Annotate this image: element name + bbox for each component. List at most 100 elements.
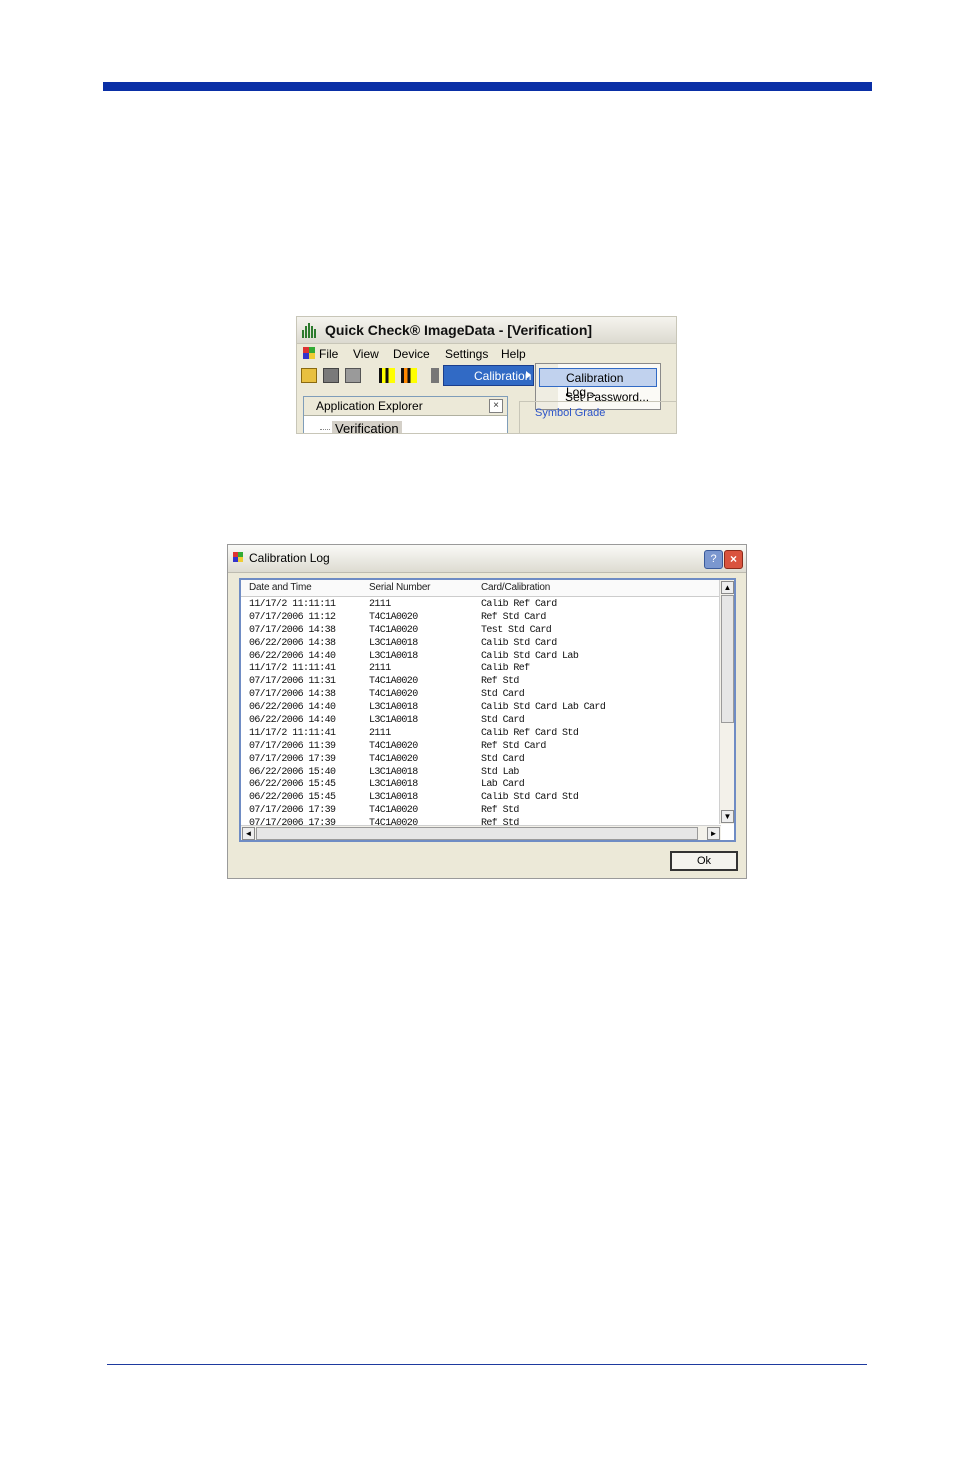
save-icon[interactable] (323, 368, 339, 383)
scroll-up-icon[interactable]: ▲ (721, 581, 734, 594)
table-cell: 06/22/2006 14:40 (249, 650, 336, 662)
calibration-log-list[interactable]: Date and Time Serial Number Card/Calibra… (239, 578, 736, 842)
table-cell: 06/22/2006 15:45 (249, 792, 336, 804)
table-cell: 06/22/2006 14:38 (249, 637, 336, 649)
table-cell: L3C1A0018 (369, 650, 418, 662)
table-row[interactable]: 07/17/2006 11:12 T4C1A0020 Ref Std Card (245, 612, 721, 625)
table-row[interactable]: 11/17/2 11:11:41 2111 Calib Ref (245, 663, 721, 676)
table-cell: Std Card (481, 689, 525, 701)
table-cell: Calib Std Card Std (481, 792, 579, 804)
table-cell: L3C1A0018 (369, 637, 418, 649)
table-cell: Calib Std Card Lab (481, 650, 579, 662)
table-row[interactable]: 06/22/2006 14:38 L3C1A0018 Calib Std Card (245, 638, 721, 651)
menu-screenshot: Quick Check® ImageData - [Verification] … (296, 316, 677, 434)
table-cell: T4C1A0020 (369, 624, 418, 636)
close-icon[interactable]: × (489, 399, 503, 413)
column-header-serial[interactable]: Serial Number (369, 582, 431, 593)
menu-file[interactable]: File (319, 347, 338, 361)
table-row[interactable]: 11/17/2 11:11:41 2111 Calib Ref Card Std (245, 728, 721, 741)
table-row[interactable]: 07/17/2006 14:38 T4C1A0020 Std Card (245, 689, 721, 702)
horizontal-scrollbar[interactable]: ◄ ► (241, 825, 721, 840)
table-row[interactable]: 07/17/2006 11:31 T4C1A0020 Ref Std (245, 676, 721, 689)
menu-help[interactable]: Help (501, 347, 526, 361)
scroll-thumb[interactable] (721, 595, 734, 723)
dialog-title: Calibration Log (249, 551, 330, 565)
table-cell: 07/17/2006 11:12 (249, 611, 336, 623)
table-cell: 2111 (369, 663, 391, 675)
h-scroll-thumb[interactable] (256, 827, 698, 840)
document-icon (303, 347, 315, 359)
table-cell: T4C1A0020 (369, 753, 418, 765)
ok-button[interactable]: Ok (670, 851, 738, 871)
symbol-grade-label: Symbol Grade (535, 407, 606, 419)
scroll-right-icon[interactable]: ► (707, 827, 720, 840)
table-cell: T4C1A0020 (369, 611, 418, 623)
table-cell: 07/17/2006 17:39 (249, 805, 336, 817)
menu-settings[interactable]: Settings (445, 347, 488, 361)
table-cell: 06/22/2006 15:45 (249, 779, 336, 791)
calibration-log-dialog: Calibration Log ? × Date and Time Serial… (227, 544, 747, 879)
table-cell: Calib Ref (481, 663, 530, 675)
menu-bar: File View Device Settings Help (297, 344, 676, 364)
panel-header: Application Explorer × (304, 397, 507, 416)
table-row[interactable]: 06/22/2006 14:40 L3C1A0018 Calib Std Card … (245, 702, 721, 715)
table-cell: Calib Ref Card (481, 599, 557, 610)
vertical-scrollbar[interactable]: ▲ ▼ (719, 580, 734, 824)
menu-item-calibration[interactable]: Calibration (443, 365, 534, 386)
table-cell: Std Card (481, 715, 525, 727)
scroll-down-icon[interactable]: ▼ (721, 810, 734, 823)
table-cell: 07/17/2006 14:38 (249, 624, 336, 636)
list-rows: 11/17/2 11:11:11 2111 Calib Ref Card 07/17/… (245, 599, 721, 831)
table-cell: 07/17/2006 11:39 (249, 740, 336, 752)
table-cell: Ref Std (481, 805, 519, 817)
table-row[interactable]: 07/17/2006 17:39 T4C1A0020 Std Card (245, 754, 721, 767)
table-row[interactable]: 06/22/2006 15:40 L3C1A0018 Std Lab (245, 767, 721, 780)
table-row[interactable]: 11/17/2 11:11:11 2111 Calib Ref Card (245, 599, 721, 612)
help-button[interactable]: ? (704, 550, 723, 569)
table-cell: Std Lab (481, 766, 519, 778)
table-cell: 11/17/2 11:11:41 (249, 663, 336, 675)
table-cell: Lab Card (481, 779, 525, 791)
scroll-left-icon[interactable]: ◄ (242, 827, 255, 840)
close-button[interactable]: × (724, 550, 743, 569)
table-cell: 2111 (369, 599, 391, 610)
toolbar-icon[interactable] (431, 368, 439, 383)
window-title-bar: Quick Check® ImageData - [Verification] (297, 317, 676, 344)
table-cell: 07/17/2006 14:38 (249, 689, 336, 701)
table-cell: Test Std Card (481, 624, 552, 636)
table-cell: Calib Ref Card Std (481, 727, 579, 739)
verify-edit-icon[interactable] (401, 368, 417, 383)
table-cell: T4C1A0020 (369, 805, 418, 817)
table-cell: L3C1A0018 (369, 792, 418, 804)
application-explorer-panel: Application Explorer × Verification (303, 396, 508, 433)
table-row[interactable]: 06/22/2006 14:40 L3C1A0018 Calib Std Card … (245, 651, 721, 664)
table-row[interactable]: 06/22/2006 15:45 L3C1A0018 Calib Std Card … (245, 792, 721, 805)
verify-icon[interactable] (379, 368, 395, 383)
table-cell: Ref Std Card (481, 611, 546, 623)
column-header-card[interactable]: Card/Calibration (481, 582, 550, 593)
table-cell: 2111 (369, 727, 391, 739)
menu-device[interactable]: Device (393, 347, 430, 361)
list-header: Date and Time Serial Number Card/Calibra… (241, 580, 721, 597)
menu-item-calibration-log[interactable]: Calibration Log... (539, 368, 657, 399)
table-cell: 06/22/2006 14:40 (249, 702, 336, 714)
table-row[interactable]: 07/17/2006 17:39 T4C1A0020 Ref Std (245, 805, 721, 818)
table-cell: T4C1A0020 (369, 676, 418, 688)
app-logo-icon (301, 322, 317, 338)
dialog-title-bar: Calibration Log ? × (228, 545, 746, 573)
panel-title: Application Explorer (316, 399, 423, 413)
footer-rule (107, 1364, 867, 1365)
print-icon[interactable] (345, 368, 361, 383)
open-icon[interactable] (301, 368, 317, 383)
tree-item-verification[interactable]: Verification (332, 421, 402, 433)
submenu-arrow-icon (526, 371, 531, 379)
column-header-date[interactable]: Date and Time (249, 582, 312, 593)
table-row[interactable]: 07/17/2006 11:39 T4C1A0020 Ref Std Card (245, 741, 721, 754)
table-cell: Ref Std Card (481, 740, 546, 752)
table-cell: L3C1A0018 (369, 702, 418, 714)
menu-view[interactable]: View (353, 347, 379, 361)
table-cell: Calib Std Card Lab Card (481, 702, 606, 714)
table-row[interactable]: 07/17/2006 14:38 T4C1A0020 Test Std Card (245, 625, 721, 638)
table-row[interactable]: 06/22/2006 14:40 L3C1A0018 Std Card (245, 715, 721, 728)
table-row[interactable]: 06/22/2006 15:45 L3C1A0018 Lab Card (245, 779, 721, 792)
